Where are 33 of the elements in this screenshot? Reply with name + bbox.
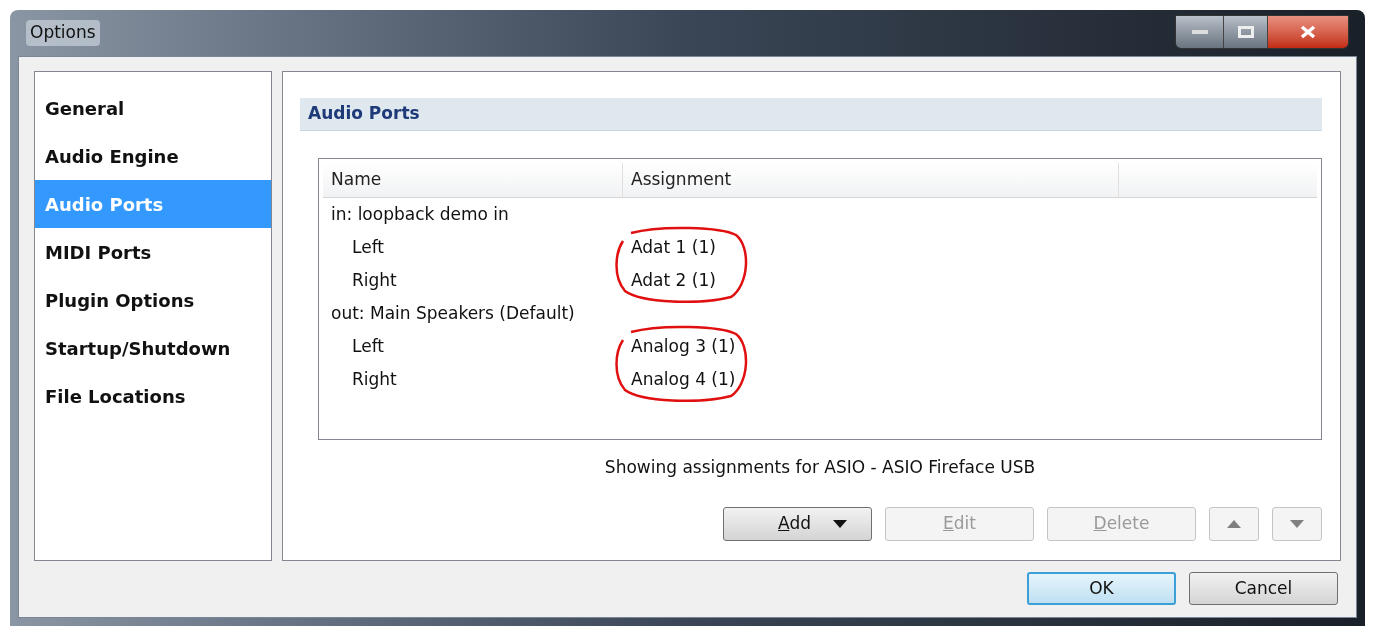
minimize-button[interactable] [1176,16,1224,48]
table-cell-text: Adat 1 (1) [631,235,716,259]
sidebar-item[interactable]: File Locations [35,372,271,420]
move-down-button[interactable] [1272,507,1322,541]
window-title: Options [26,20,100,46]
up-arrow-icon [1227,520,1241,528]
column-header[interactable]: Assignment [623,163,1119,197]
dialog-button[interactable]: Cancel [1189,572,1338,605]
down-arrow-icon [1290,520,1304,528]
table-cell-text: Adat 2 (1) [631,268,716,292]
table-cell-text: out: Main Speakers (Default) [331,301,575,325]
sidebar-item[interactable]: Plugin Options [35,276,271,324]
table-cell-text: Right [352,367,397,391]
close-icon [1299,25,1317,39]
column-header[interactable]: Name [323,163,623,197]
sidebar-item[interactable]: Audio Engine [35,132,271,180]
add-dropdown-button[interactable]: Add [723,507,872,541]
table-cell-text: Analog 3 (1) [631,334,736,358]
close-button[interactable] [1268,16,1348,48]
table-cell-text: Left [352,235,384,259]
dropdown-arrow-icon [832,520,847,528]
section-header: Audio Ports [300,98,1322,131]
sidebar-item[interactable]: Startup/Shutdown [35,324,271,372]
dialog-button[interactable]: OK [1027,572,1176,605]
table-cell-text: Left [352,334,384,358]
table-cell-text: in: loopback demo in [331,202,509,226]
table-cell-text: Right [352,268,397,292]
sidebar-item[interactable]: MIDI Ports [35,228,271,276]
status-text: Showing assignments for ASIO - ASIO Fireface USB [604,456,1036,480]
maximize-button[interactable] [1224,16,1268,48]
sidebar-item[interactable]: General [35,84,271,132]
table-cell-text: Analog 4 (1) [631,367,736,391]
move-up-button[interactable] [1209,507,1259,541]
